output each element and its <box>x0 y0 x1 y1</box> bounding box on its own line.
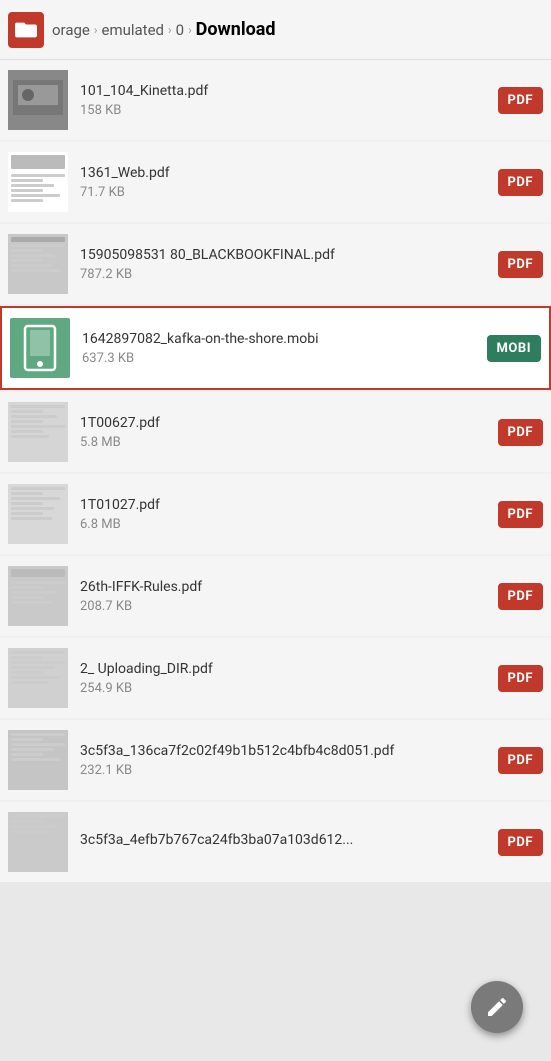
file-name: 2_ Uploading_DIR.pdf <box>80 660 490 678</box>
file-name: 3c5f3a_136ca7f2c02f49b1b512c4bfb4c8d051.… <box>80 742 490 760</box>
file-type-badge[interactable]: PDF <box>498 665 543 692</box>
file-type-badge[interactable]: PDF <box>498 583 543 610</box>
file-size: 637.3 KB <box>82 351 479 366</box>
file-type-badge[interactable]: PDF <box>498 169 543 196</box>
file-info: 101_104_Kinetta.pdf 158 KB <box>80 82 490 118</box>
file-thumbnail <box>8 402 68 462</box>
list-item[interactable]: 1361_Web.pdf 71.7 KB PDF <box>0 142 551 222</box>
list-item[interactable]: 3c5f3a_136ca7f2c02f49b1b512c4bfb4c8d051.… <box>0 720 551 800</box>
pdf-preview <box>8 234 68 294</box>
file-thumbnail <box>8 484 68 544</box>
breadcrumb: orage › emulated › 0 › Download <box>52 19 543 40</box>
file-name: 101_104_Kinetta.pdf <box>80 82 490 100</box>
mobi-icon <box>22 324 58 372</box>
pdf-preview <box>8 812 68 872</box>
file-info: 1361_Web.pdf 71.7 KB <box>80 164 490 200</box>
pdf-preview <box>8 730 68 790</box>
file-info: 26th-IFFK-Rules.pdf 208.7 KB <box>80 578 490 614</box>
list-item[interactable]: 1T01027.pdf 6.8 MB PDF <box>0 474 551 554</box>
file-info: 2_ Uploading_DIR.pdf 254.9 KB <box>80 660 490 696</box>
file-name: 1T01027.pdf <box>80 496 490 514</box>
breadcrumb-download[interactable]: Download <box>196 19 276 40</box>
file-thumbnail <box>8 812 68 872</box>
app-header: orage › emulated › 0 › Download <box>0 0 551 60</box>
file-type-badge[interactable]: PDF <box>498 419 543 446</box>
list-item[interactable]: 1642897082_kafka-on-the-shore.mobi 637.3… <box>0 306 551 390</box>
breadcrumb-arrow-3: › <box>188 23 192 37</box>
file-info: 1642897082_kafka-on-the-shore.mobi 637.3… <box>82 330 479 366</box>
list-item[interactable]: 1T00627.pdf 5.8 MB PDF <box>0 392 551 472</box>
file-type-badge[interactable]: PDF <box>498 501 543 528</box>
file-name: 26th-IFFK-Rules.pdf <box>80 578 490 596</box>
edit-icon <box>485 995 509 1019</box>
thumbnail-image <box>8 70 68 130</box>
list-item[interactable]: 101_104_Kinetta.pdf 158 KB PDF <box>0 60 551 140</box>
app-icon <box>8 12 44 48</box>
pdf-preview <box>8 152 68 212</box>
list-item[interactable]: 3c5f3a_4efb7b767ca24fb3ba07a103d612... P… <box>0 802 551 882</box>
file-size: 208.7 KB <box>80 599 490 614</box>
breadcrumb-arrow-2: › <box>168 23 172 37</box>
file-name: 3c5f3a_4efb7b767ca24fb3ba07a103d612... <box>80 831 490 849</box>
file-size: 5.8 MB <box>80 435 490 450</box>
file-thumbnail <box>10 318 70 378</box>
file-size: 232.1 KB <box>80 763 490 778</box>
file-name: 1T00627.pdf <box>80 414 490 432</box>
breadcrumb-emulated[interactable]: emulated <box>102 21 165 39</box>
file-name: 1642897082_kafka-on-the-shore.mobi <box>82 330 479 348</box>
file-type-badge[interactable]: MOBI <box>487 335 541 362</box>
file-size: 787.2 KB <box>80 267 490 282</box>
file-list: 101_104_Kinetta.pdf 158 KB PDF 1361_Web.… <box>0 60 551 882</box>
file-thumbnail <box>8 234 68 294</box>
file-name: 15905098531 80_BLACKBOOKFINAL.pdf <box>80 246 490 264</box>
breadcrumb-storage[interactable]: orage <box>52 21 90 39</box>
file-type-badge[interactable]: PDF <box>498 829 543 856</box>
breadcrumb-0[interactable]: 0 <box>176 21 184 39</box>
breadcrumb-arrow-1: › <box>94 23 98 37</box>
file-info: 1T00627.pdf 5.8 MB <box>80 414 490 450</box>
file-thumbnail <box>8 648 68 708</box>
pdf-preview <box>8 402 68 462</box>
pdf-preview <box>8 484 68 544</box>
pdf-preview <box>8 566 68 626</box>
edit-fab[interactable] <box>471 981 523 1033</box>
file-size: 71.7 KB <box>80 185 490 200</box>
file-type-badge[interactable]: PDF <box>498 251 543 278</box>
file-info: 15905098531 80_BLACKBOOKFINAL.pdf 787.2 … <box>80 246 490 282</box>
file-name: 1361_Web.pdf <box>80 164 490 182</box>
list-item[interactable]: 2_ Uploading_DIR.pdf 254.9 KB PDF <box>0 638 551 718</box>
file-size: 158 KB <box>80 103 490 118</box>
list-item[interactable]: 26th-IFFK-Rules.pdf 208.7 KB PDF <box>0 556 551 636</box>
file-info: 3c5f3a_4efb7b767ca24fb3ba07a103d612... <box>80 831 490 852</box>
file-type-badge[interactable]: PDF <box>498 87 543 114</box>
file-thumbnail <box>8 566 68 626</box>
file-thumbnail <box>8 152 68 212</box>
pdf-preview <box>8 648 68 708</box>
file-info: 3c5f3a_136ca7f2c02f49b1b512c4bfb4c8d051.… <box>80 742 490 778</box>
file-size: 254.9 KB <box>80 681 490 696</box>
file-type-badge[interactable]: PDF <box>498 747 543 774</box>
folder-icon <box>15 19 37 41</box>
file-thumbnail <box>8 730 68 790</box>
file-info: 1T01027.pdf 6.8 MB <box>80 496 490 532</box>
file-size: 6.8 MB <box>80 517 490 532</box>
file-thumbnail <box>8 70 68 130</box>
list-item[interactable]: 15905098531 80_BLACKBOOKFINAL.pdf 787.2 … <box>0 224 551 304</box>
